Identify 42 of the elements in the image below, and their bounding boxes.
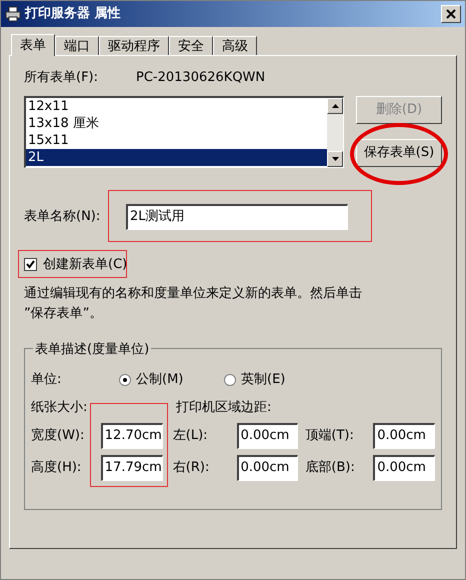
check-icon [26,260,35,269]
list-item[interactable]: 13x18 厘米 [26,114,327,132]
checkbox-label: 创建新表单(C) [43,256,128,274]
text-field[interactable]: 0.00cm [236,454,298,480]
tab[interactable]: 表单 [11,34,55,56]
tab[interactable]: 安全 [169,36,213,55]
window-title: 打印服务器 属性 [25,5,122,24]
paper-size-label: 纸张大小: [31,398,88,417]
form-name-label: 表单名称(N): [24,208,102,226]
scrollbar[interactable] [327,98,343,166]
radio-button[interactable]: 公制(M) [119,370,224,390]
margin-label: 底部(B): [304,458,356,477]
down-arrow-icon [332,156,338,160]
list-item[interactable]: 2L [26,148,327,166]
margin-label: 左(L): [172,426,209,445]
dialog-button[interactable]: 保存表单(S) [356,138,442,166]
text-field[interactable]: 12.70cm [100,422,163,448]
text-field[interactable]: 2L测试用 [126,204,348,230]
close-icon [446,9,456,19]
up-arrow-icon [332,104,338,108]
server-name: PC-20130626KQWN [136,69,266,87]
printer-icon [5,6,21,22]
tab[interactable]: 端口 [55,36,99,55]
tab[interactable]: 高级 [213,36,257,55]
radio-button[interactable]: 英制(E) [224,370,329,390]
units-label: 单位: [31,370,62,389]
text-field[interactable]: 0.00cm [373,422,436,448]
checkbox[interactable] [24,258,37,271]
size-label: 宽度(W): [31,426,86,445]
margin-label: 右(R): [172,458,210,477]
margins-label: 打印机区域边距: [176,398,272,417]
list-item[interactable]: 15x11 [26,132,327,148]
list-item[interactable]: 12x11 [26,98,327,114]
text-field[interactable]: 0.00cm [236,422,298,448]
forms-label: 所有表单(F): [24,69,98,87]
text-field[interactable]: 0.00cm [373,454,436,480]
tab[interactable]: 驱动程序 [99,36,169,55]
margin-label: 顶端(T): [304,426,355,445]
close-button[interactable] [441,5,461,23]
size-label: 高度(H): [31,458,82,477]
description-text: 通过编辑现有的名称和度量单位来定义新的表单。然后单击 ”保存表单”。 [24,284,363,322]
text-field[interactable]: 17.79cm [100,454,163,480]
